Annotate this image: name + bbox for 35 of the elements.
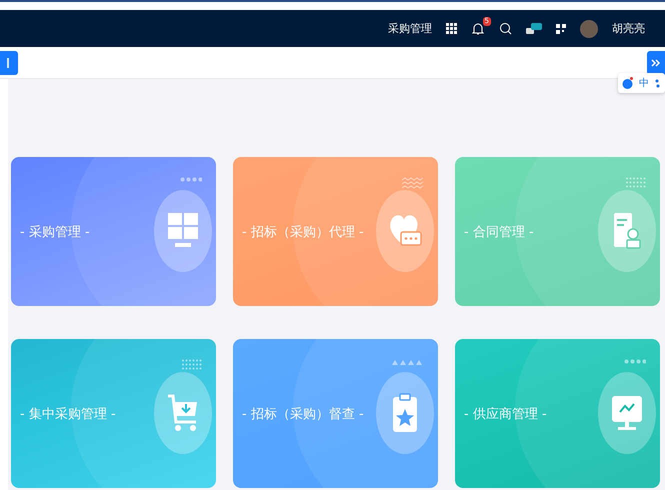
card-title: - 招标（采购）代理 - [242, 224, 364, 240]
apps-grid-icon[interactable] [446, 23, 457, 34]
module-name[interactable]: 采购管理 [388, 21, 432, 36]
wave-decoration [402, 177, 424, 189]
triangles-decoration [392, 359, 424, 365]
module-card[interactable]: - 招标（采购）代理 - [233, 157, 438, 306]
double-chevron-right-icon [651, 58, 661, 68]
module-card[interactable]: - 集中采购管理 - [11, 339, 216, 488]
card-title: - 供应商管理 - [464, 406, 547, 422]
dots-decoration [624, 359, 646, 364]
dot-grid-decoration [182, 359, 202, 371]
document-stamp-icon [613, 212, 641, 250]
bar-icon [7, 58, 11, 68]
message-icon[interactable] [526, 22, 542, 34]
module-card[interactable]: - 供应商管理 - [455, 339, 660, 488]
dot-grid-decoration [626, 177, 646, 189]
dots-decoration [180, 177, 202, 182]
monitor-chart-icon [610, 394, 644, 432]
qr-code-icon[interactable] [556, 24, 566, 34]
user-avatar[interactable] [580, 20, 598, 38]
card-title: - 采购管理 - [20, 224, 90, 240]
tab-scroll-left-button[interactable] [0, 50, 18, 74]
module-card[interactable]: - 采购管理 - [11, 157, 216, 306]
card-title: - 集中采购管理 - [20, 406, 116, 422]
clipboard-star-icon [392, 393, 418, 433]
card-title: - 合同管理 - [464, 224, 534, 240]
grid-icon [167, 212, 199, 250]
tab-scroll-right-button[interactable] [647, 50, 665, 74]
bell-icon[interactable] [471, 22, 485, 36]
language-toggle[interactable]: 中 [639, 76, 649, 90]
module-card[interactable]: - 招标（采购）督查 - [233, 339, 438, 488]
user-name[interactable]: 胡亮亮 [612, 21, 645, 36]
module-card[interactable]: - 合同管理 - [455, 157, 660, 306]
card-title: - 招标（采购）督查 - [242, 406, 364, 422]
cart-icon [167, 394, 199, 432]
